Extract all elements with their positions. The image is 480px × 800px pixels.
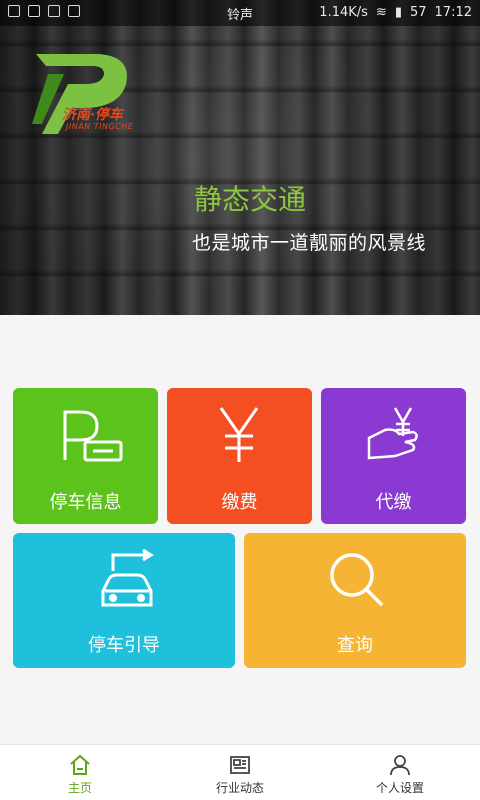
status-bar: 铃声 1.14K/s ≋ ▮ 57 17:12 — [0, 0, 480, 26]
tile-payment[interactable]: 缴费 — [167, 388, 312, 524]
tile-query[interactable]: 查询 — [244, 533, 466, 668]
bottom-nav: 主页 行业动态 个人设置 — [0, 744, 480, 800]
car-arrow-icon — [101, 549, 154, 607]
network-speed: 1.14K/s — [319, 5, 368, 20]
nav-label: 主页 — [67, 781, 92, 795]
signal-icon: ▮ — [394, 5, 402, 20]
person-icon — [390, 755, 410, 776]
battery-level: 57 — [409, 5, 427, 20]
banner-title: 静态交通 — [194, 183, 307, 216]
nav-label: 行业动态 — [215, 781, 264, 795]
logo-text-cn: 济南·停车 — [62, 107, 123, 123]
tile-parking-guide[interactable]: 停车引导 — [13, 533, 235, 668]
tile-proxy-payment[interactable]: 代缴 — [321, 388, 466, 524]
home-icon — [70, 754, 90, 775]
nav-label: 个人设置 — [375, 781, 424, 795]
logo-text-en: JINAN TINGCHE — [66, 122, 134, 131]
news-icon — [230, 756, 250, 774]
wifi-icon: ≋ — [375, 5, 387, 20]
tile-label: 停车引导 — [88, 635, 160, 656]
hero-banner: 济南·停车 JINAN TINGCHE 静态交通 也是城市一道靓丽的风景线 — [0, 0, 480, 315]
tile-label: 缴费 — [221, 492, 258, 513]
clock: 17:12 — [434, 5, 472, 20]
hand-yen-icon — [367, 407, 418, 460]
tile-label: 查询 — [337, 635, 373, 656]
yen-icon — [219, 407, 259, 462]
tile-label: 代缴 — [375, 492, 412, 513]
nav-industry-news[interactable]: 行业动态 — [160, 745, 320, 800]
nav-personal-settings[interactable]: 个人设置 — [320, 745, 480, 800]
search-icon — [330, 553, 384, 607]
tile-label: 停车信息 — [49, 492, 122, 513]
banner-subtitle: 也是城市一道靓丽的风景线 — [192, 232, 427, 254]
parking-icon — [63, 410, 123, 462]
tile-parking-info[interactable]: 停车信息 — [13, 388, 158, 524]
nav-home[interactable]: 主页 — [0, 745, 160, 800]
